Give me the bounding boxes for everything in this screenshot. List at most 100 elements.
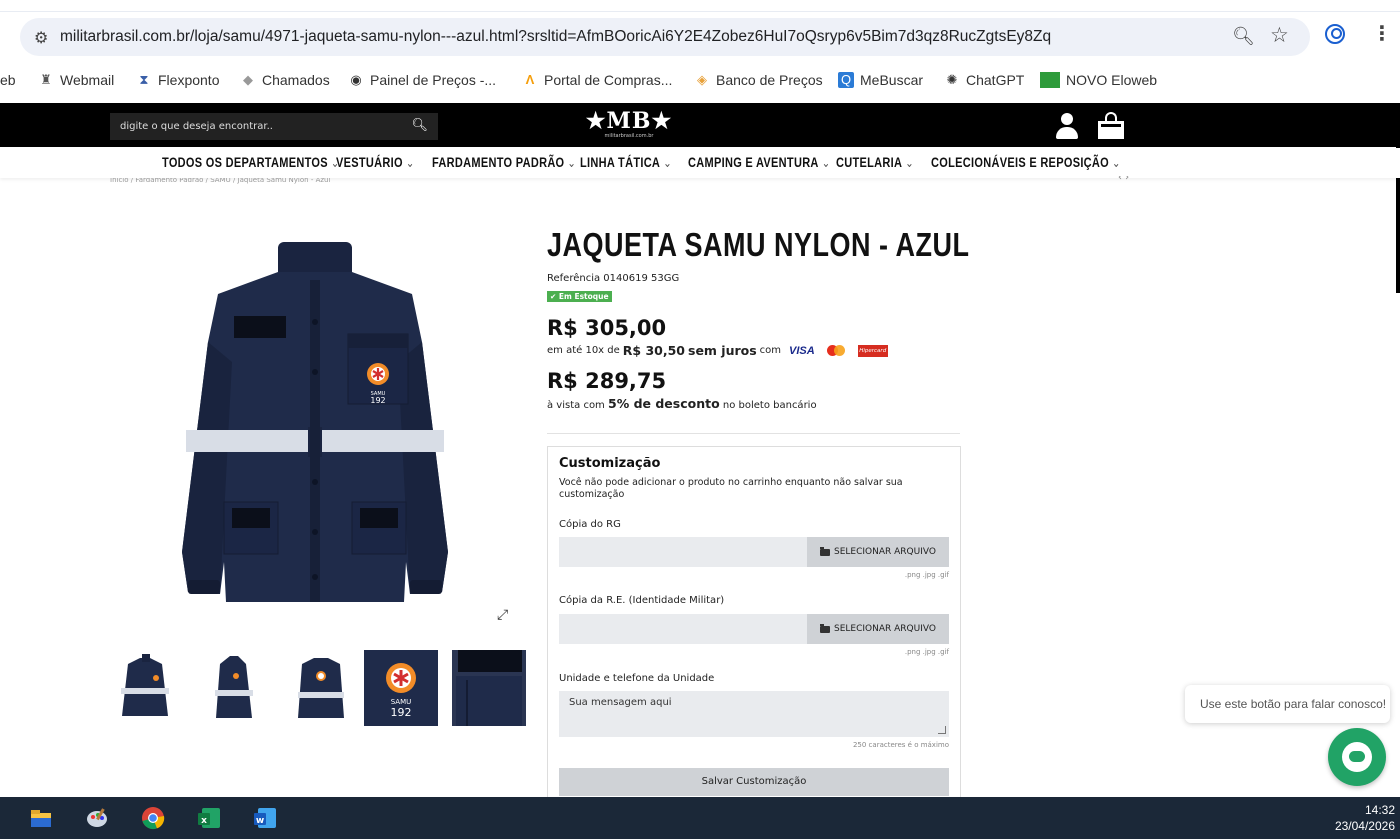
chatgpt-icon: ✺ [946, 72, 958, 87]
search-input[interactable]: digite o que deseja encontrar.. 🔍︎ [110, 113, 438, 140]
bookmarks-bar: eb ♜ Webmail ⧗ Flexponto ◆ Chamados ◉ Painel… [0, 68, 1400, 94]
chevron-down-icon: ⌄ [905, 156, 914, 171]
bookmark-star-icon[interactable]: ☆ [1270, 23, 1289, 47]
thumbnail-detail[interactable] [452, 650, 526, 726]
chat-prompt-bubble[interactable]: Use este botão para falar conosco! [1185, 685, 1390, 723]
select-file-button[interactable]: SELECIONAR ARQUIVO [807, 614, 949, 644]
browser-tab-strip [0, 0, 1400, 12]
stock-badge: ✔ Em Estoque [547, 291, 612, 302]
zoom-icon[interactable]: 🔍︎ [1232, 26, 1255, 47]
system-clock[interactable]: 14:32 23/04/2026 [1335, 802, 1395, 834]
url-text[interactable]: militarbrasil.com.br/loja/samu/4971-jaqu… [60, 28, 1051, 46]
chevron-down-icon: ⌄ [405, 156, 415, 171]
resize-grip-icon[interactable] [938, 726, 946, 734]
product-title: JAQUETA SAMU NYLON - AZUL [547, 226, 970, 264]
product-main-image[interactable]: SAMU 192 [160, 232, 470, 622]
paint-icon[interactable] [84, 805, 110, 831]
eloweb-icon [1040, 72, 1060, 88]
profile-icon[interactable] [1325, 24, 1345, 44]
nav-item-colecionaveis[interactable]: COLECIONÁVEIS E REPOSIÇÃO ⌄ [931, 156, 1121, 171]
thumbnail-side[interactable] [196, 650, 270, 726]
chevron-down-icon: ⌄ [821, 156, 831, 171]
nav-item-fardamento[interactable]: FARDAMENTO PADRÃO ⌄ [432, 156, 576, 171]
thumbnail-front[interactable] [108, 650, 182, 726]
bookmark-item[interactable]: ◈ Banco de Preços [694, 72, 823, 88]
bookmark-item[interactable]: ✺ ChatGPT [944, 72, 1025, 88]
shopping-bag-icon[interactable] [1097, 112, 1125, 140]
webmail-icon: ♜ [40, 72, 52, 87]
mebuscar-icon: Q [838, 72, 854, 88]
nav-item-camping[interactable]: CAMPING E AVENTURA ⌄ [688, 156, 830, 171]
bookmark-item[interactable]: NOVO Eloweb [1040, 72, 1157, 88]
re-file-field[interactable]: SELECIONAR ARQUIVO [559, 614, 949, 644]
banco-icon: ◈ [697, 72, 707, 87]
save-customization-button[interactable]: Salvar Customização [559, 768, 949, 796]
select-file-button[interactable]: SELECIONAR ARQUIVO [807, 537, 949, 567]
nav-item-vestuario[interactable]: VESTUÁRIO ⌄ [336, 156, 415, 171]
file-explorer-icon[interactable] [28, 805, 54, 831]
user-account-icon[interactable] [1055, 113, 1079, 139]
main-navigation: TODOS OS DEPARTAMENTOS ⌄ VESTUÁRIO ⌄ FARDA… [0, 148, 1400, 178]
unit-textarea[interactable]: Sua mensagem aqui [559, 691, 949, 737]
svg-text:192: 192 [391, 706, 412, 719]
customization-description: Você não pode adicionar o produto no car… [559, 477, 903, 500]
breadcrumb[interactable]: Início / Fardamento Padrão / SAMU / Jaqu… [110, 178, 330, 186]
product-reference: Referência 0140619 53GG [547, 273, 680, 284]
globe-icon: ◉ [350, 72, 362, 87]
chevron-down-icon: ⌄ [663, 156, 672, 171]
product-price: R$ 305,00 [547, 316, 667, 340]
hipercard-icon: Hipercard [857, 344, 888, 357]
svg-text:x: x [201, 816, 207, 826]
unit-label: Unidade e telefone da Unidade [559, 673, 715, 684]
re-label: Cópia da R.E. (Identidade Militar) [559, 595, 725, 606]
nav-item-cutelaria[interactable]: CUTELARIA ⌄ [836, 156, 914, 171]
folder-icon [820, 623, 831, 633]
page-edge [1396, 103, 1400, 293]
thumbnail-badge[interactable]: SAMU 192 [364, 650, 438, 726]
nav-item-departamentos[interactable]: TODOS OS DEPARTAMENTOS ⌄ [162, 156, 340, 171]
bookmark-item[interactable]: ♜ Webmail [38, 72, 114, 88]
chevron-down-icon: ⌄ [1112, 156, 1121, 171]
cash-discount-info: à vista com 5% de desconto no boleto ban… [547, 396, 817, 411]
rg-label: Cópia do RG [559, 519, 621, 530]
allowed-extensions: .png .jpg .gif [904, 648, 949, 656]
search-icon[interactable]: 🔍︎ [411, 118, 428, 133]
hourglass-icon: ⧗ [139, 72, 149, 87]
bookmark-item[interactable]: ◆ Chamados [240, 72, 330, 88]
site-logo[interactable]: ★MB★ militarbrasil.com.br [584, 109, 674, 145]
word-icon[interactable]: w [252, 805, 278, 831]
bookmark-item[interactable]: Λ Portal de Compras... [522, 72, 673, 88]
bookmark-item[interactable]: ⧗ Flexponto [136, 72, 219, 88]
nav-item-linha-tatica[interactable]: LINHA TÁTICA ⌄ [580, 156, 672, 171]
svg-text:192: 192 [370, 396, 385, 405]
site-settings-icon[interactable]: ⚙ [34, 28, 60, 47]
svg-text:SAMU: SAMU [391, 698, 412, 706]
bookmark-item[interactable]: ◉ Painel de Preços -... [348, 72, 496, 88]
bookmark-item[interactable]: Q MeBuscar [838, 72, 923, 88]
rg-file-field[interactable]: SELECIONAR ARQUIVO [559, 537, 949, 567]
browser-menu-icon[interactable]: ⋮ [1372, 21, 1392, 45]
chevron-down-icon: ⌄ [567, 156, 577, 171]
cash-price: R$ 289,75 [547, 369, 667, 393]
expand-image-icon[interactable]: ⤢ [497, 607, 508, 623]
max-chars-hint: 250 caracteres é o máximo [852, 741, 949, 749]
chrome-icon[interactable] [140, 805, 166, 831]
customization-title: Customização [559, 456, 661, 471]
installments-info: em até 10x de R$ 30,50 sem juros com VIS… [547, 343, 888, 358]
folder-icon [820, 546, 831, 556]
allowed-extensions: .png .jpg .gif [904, 571, 949, 579]
thumbnail-back[interactable] [284, 650, 358, 726]
chat-button-icon[interactable] [1328, 728, 1386, 786]
bookmark-item[interactable]: eb [0, 72, 16, 88]
portal-icon: Λ [525, 72, 535, 87]
mastercard-icon [826, 344, 848, 357]
site-header: digite o que deseja encontrar.. 🔍︎ ★MB★ … [0, 103, 1400, 147]
excel-icon[interactable]: x [196, 805, 222, 831]
prev-next-arrows[interactable]: ‹ › [1118, 176, 1129, 186]
address-bar[interactable]: ⚙ militarbrasil.com.br/loja/samu/4971-ja… [20, 18, 1310, 56]
chamados-icon: ◆ [243, 72, 253, 87]
windows-taskbar: x w 14:32 23/04/2026 [0, 797, 1400, 839]
divider [547, 433, 960, 434]
visa-icon: VISA [789, 344, 815, 357]
svg-text:w: w [256, 816, 264, 826]
